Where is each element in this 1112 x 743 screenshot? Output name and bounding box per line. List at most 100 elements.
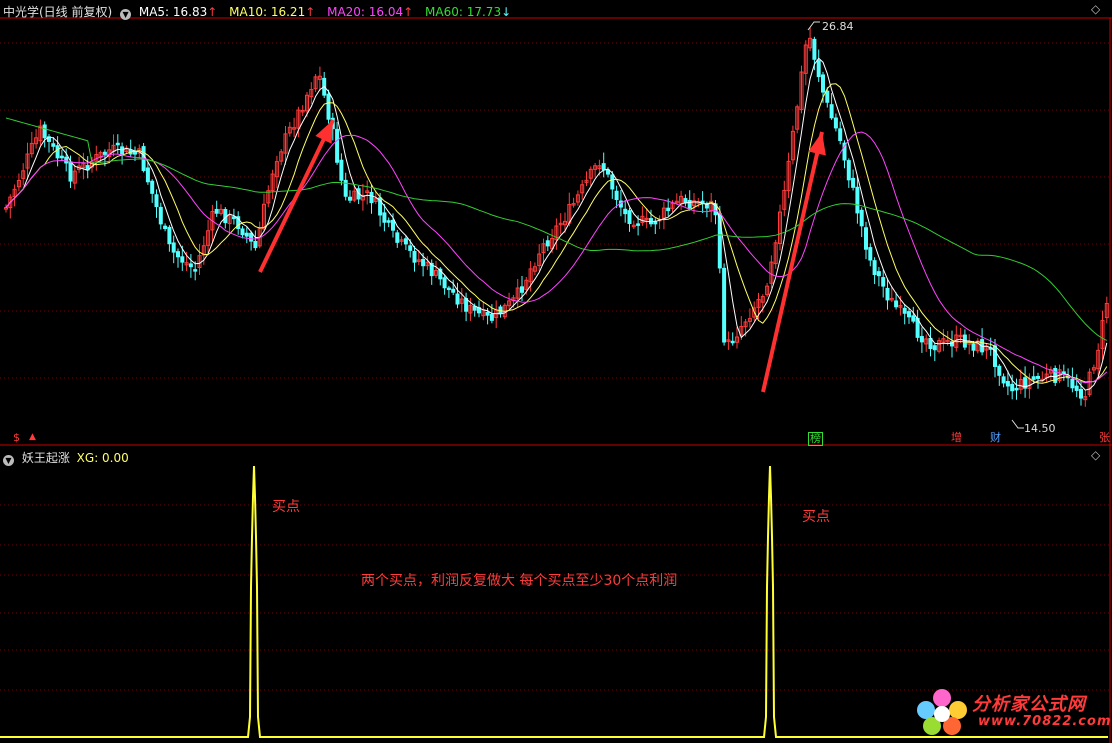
tag-increase[interactable]: 增 [950, 432, 963, 444]
candle [1091, 364, 1096, 375]
candle [34, 129, 39, 149]
candle [864, 221, 868, 260]
candle [967, 334, 972, 355]
buy-point-label-2: 买点 [802, 509, 830, 525]
indicator-value: XG: 0.00 [76, 451, 129, 465]
indicator-header: ▼ 妖王起涨 XG: 0.00 [3, 449, 129, 466]
candle-body [451, 288, 456, 293]
candle [274, 155, 279, 189]
candle-body [894, 300, 899, 308]
tag-up-icon[interactable]: ▲ [28, 431, 37, 443]
candle-body [623, 208, 628, 215]
candle [1053, 365, 1058, 386]
candle [937, 337, 942, 354]
high-price-label: 26.84 [822, 20, 854, 33]
candle [554, 218, 559, 250]
candle [227, 210, 232, 233]
indicator-collapse-icon[interactable]: ▼ [3, 455, 14, 466]
tag-s[interactable]: $ [12, 432, 21, 444]
candle-body [833, 117, 838, 129]
candle [541, 238, 546, 264]
candle-body [1001, 376, 1006, 384]
candle [808, 27, 813, 52]
candle [120, 142, 125, 165]
candle [21, 163, 26, 186]
candle [997, 364, 1002, 386]
candle [214, 200, 219, 217]
candle [59, 149, 64, 161]
candle [911, 306, 916, 324]
candle-body [825, 90, 830, 103]
indicator-name: 妖王起涨 [21, 451, 70, 465]
candle [115, 134, 120, 154]
candle [176, 248, 180, 268]
candle-body [42, 124, 47, 139]
candle-body [154, 194, 159, 208]
candle [769, 255, 774, 289]
candle [253, 230, 258, 251]
candle [773, 239, 778, 269]
flower-logo-icon [917, 689, 967, 735]
candle [980, 328, 985, 356]
ma10-label: MA10: 16.21 [229, 5, 306, 19]
candle-body [489, 314, 494, 321]
arrow-shaft [258, 119, 335, 273]
stock-title: 中光学(日线 前复权) [3, 5, 113, 19]
tag-limit-up[interactable]: 张 [1098, 432, 1111, 444]
candle [72, 164, 77, 190]
candle [687, 190, 692, 211]
candle [317, 66, 322, 91]
candle-body [421, 258, 426, 267]
candle-body [231, 216, 236, 220]
candle-body [881, 277, 886, 287]
candle-body [412, 250, 417, 263]
candle [644, 208, 649, 229]
candle [584, 171, 589, 187]
candle-body [997, 365, 1002, 376]
candle [266, 185, 271, 208]
candle-body [993, 345, 997, 367]
candle-body [167, 226, 172, 245]
candle-body [902, 307, 907, 314]
candle [726, 331, 731, 350]
candle [593, 162, 598, 178]
candle [481, 301, 486, 321]
diamond-icon[interactable]: ◇ [1091, 2, 1100, 16]
candle [163, 223, 168, 232]
tag-rank[interactable]: 榜 [808, 432, 823, 446]
candle [1014, 378, 1019, 400]
candle [627, 207, 632, 232]
candle [386, 217, 391, 228]
candle [219, 204, 223, 216]
candle [1096, 343, 1101, 376]
candle [571, 197, 576, 208]
candle [846, 158, 851, 188]
candle-body [485, 311, 490, 316]
candle-body [339, 159, 344, 181]
candle [580, 179, 585, 200]
stock-chart[interactable] [0, 0, 1112, 743]
candle [38, 119, 43, 146]
candle-body [545, 240, 550, 247]
candle [12, 184, 17, 207]
candle [640, 206, 645, 226]
candle [77, 156, 82, 173]
candle-body [382, 212, 387, 223]
candle [369, 184, 374, 214]
candle [154, 189, 159, 218]
candle [950, 330, 954, 358]
candle [171, 235, 176, 264]
tag-finance[interactable]: 财 [989, 432, 1002, 444]
ma20-label: MA20: 16.04 [327, 5, 404, 19]
candle [442, 275, 447, 295]
candle-body [1061, 371, 1066, 375]
candle-body [214, 208, 219, 214]
candle [993, 339, 997, 378]
indicator-diamond-icon[interactable]: ◇ [1091, 448, 1100, 462]
candle [833, 113, 838, 132]
candle [494, 300, 499, 329]
collapse-icon[interactable]: ▼ [120, 9, 132, 20]
candle [722, 263, 727, 346]
candle [851, 169, 856, 191]
candle [962, 329, 967, 350]
